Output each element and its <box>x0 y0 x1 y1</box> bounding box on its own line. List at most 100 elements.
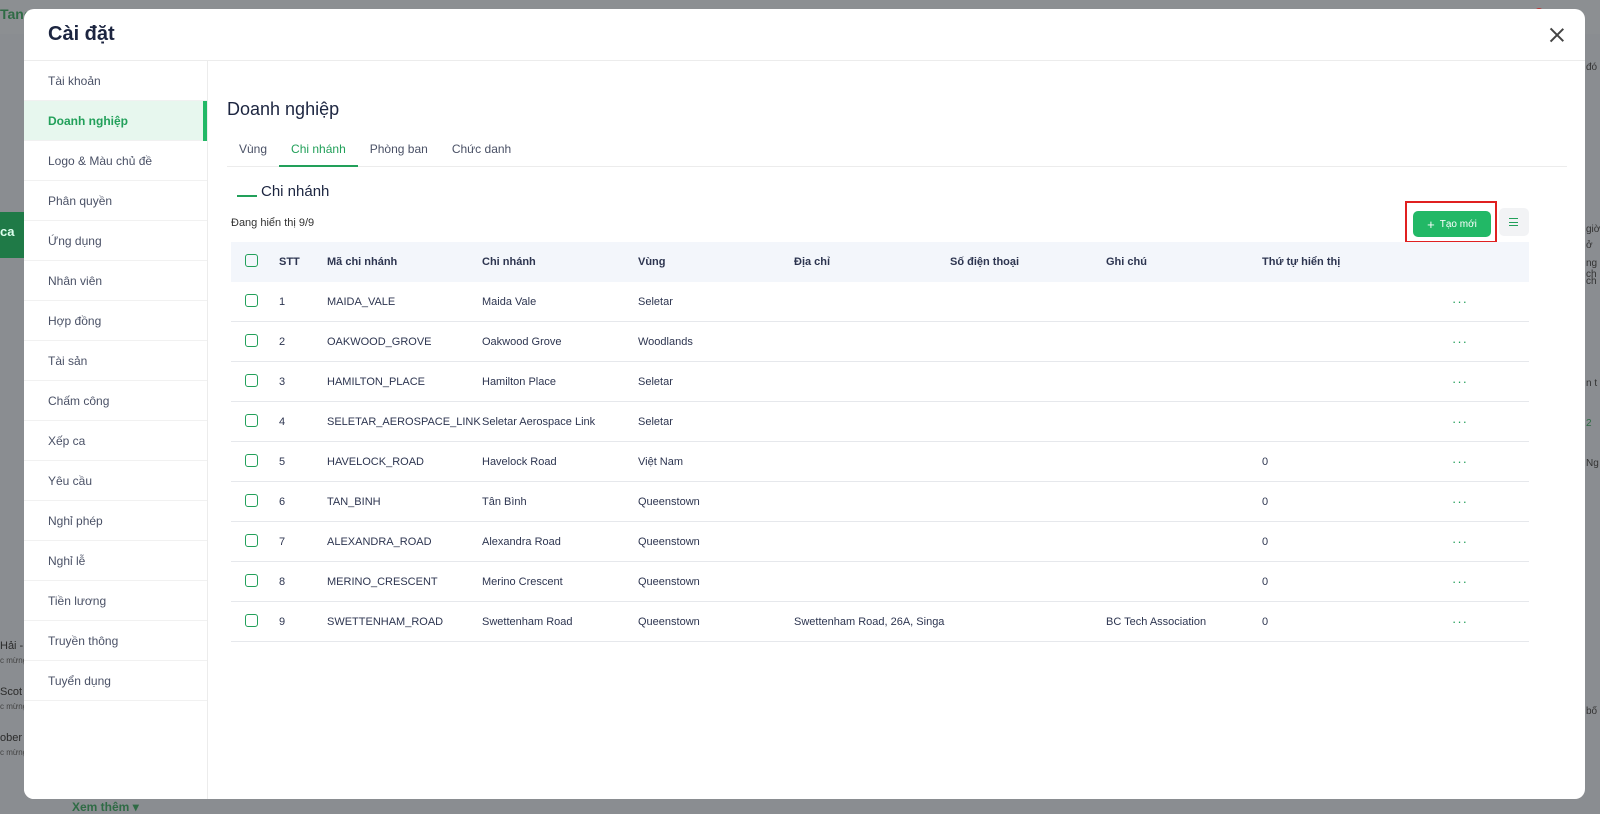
sidebar-item-business[interactable]: Doanh nghiệp <box>24 101 207 141</box>
background-person-name: ober <box>0 732 23 744</box>
more-actions-icon[interactable]: ··· <box>1452 574 1492 589</box>
row-checkbox[interactable] <box>245 613 258 627</box>
row-checkbox[interactable] <box>245 333 258 347</box>
tab-branches[interactable]: Chi nhánh <box>279 135 358 167</box>
header-stt: STT <box>279 256 300 268</box>
table-row[interactable]: 8 MERINO_CRESCENT Merino Crescent Queenstow… <box>231 562 1529 602</box>
background-fragment: 2 <box>1586 418 1592 429</box>
cell-branch: Tân Bình <box>482 495 527 508</box>
cell-region: Queenstown <box>638 535 700 548</box>
sidebar-item-contracts[interactable]: Hợp đồng <box>24 301 207 341</box>
row-checkbox[interactable] <box>245 573 258 587</box>
header-phone: Số điện thoại <box>950 256 1020 268</box>
section-title-text: Chi nhánh <box>261 183 330 200</box>
row-checkbox[interactable] <box>245 293 258 307</box>
tab-job-titles[interactable]: Chức danh <box>440 135 523 167</box>
cell-stt: 6 <box>279 495 286 508</box>
more-actions-icon[interactable]: ··· <box>1452 414 1492 429</box>
sidebar-item-payroll[interactable]: Tiền lương <box>24 581 207 621</box>
row-checkbox-cell <box>231 333 279 350</box>
sidebar-item-label: Logo & Màu chủ đề <box>48 153 153 168</box>
background-fragment: ch <box>1586 276 1597 287</box>
select-all-checkbox[interactable] <box>245 254 258 267</box>
sidebar-item-label: Doanh nghiệp <box>48 113 128 128</box>
table-row[interactable]: 7 ALEXANDRA_ROAD Alexandra Road Queenstown 0… <box>231 522 1529 562</box>
sidebar-item-label: Yêu cầu <box>48 473 93 488</box>
sidebar-item-holidays[interactable]: Nghỉ lễ <box>24 541 207 581</box>
sidebar-item-permissions[interactable]: Phân quyền <box>24 181 207 221</box>
sidebar-item-assets[interactable]: Tài sản <box>24 341 207 381</box>
more-actions-icon[interactable]: ··· <box>1452 334 1492 349</box>
sidebar-item-recruitment[interactable]: Tuyển dụng <box>24 661 207 701</box>
close-icon[interactable] <box>1547 25 1567 45</box>
plus-icon: + <box>1427 216 1435 232</box>
section-accent-line <box>237 195 257 197</box>
section-title: Chi nhánh <box>237 183 329 200</box>
header-branch: Chi nhánh <box>482 256 536 268</box>
header-note: Ghi chú <box>1106 256 1147 268</box>
tab-departments[interactable]: Phòng ban <box>358 135 440 167</box>
table-row[interactable]: 3 HAMILTON_PLACE Hamilton Place Seletar ··· <box>231 362 1529 402</box>
more-actions-icon[interactable]: ··· <box>1452 374 1492 389</box>
row-checkbox[interactable] <box>245 413 258 427</box>
cell-branch: Oakwood Grove <box>482 335 562 348</box>
table-row[interactable]: 2 OAKWOOD_GROVE Oakwood Grove Woodlands ··· <box>231 322 1529 362</box>
more-actions-icon[interactable]: ··· <box>1452 494 1492 509</box>
background-person-name: Scot <box>0 686 23 698</box>
sidebar-item-requests[interactable]: Yêu cầu <box>24 461 207 501</box>
background-person-name: Hải - <box>0 640 24 652</box>
cell-branch: Hamilton Place <box>482 375 556 388</box>
cell-region: Queenstown <box>638 575 700 588</box>
background-fragment: ở <box>1586 240 1593 251</box>
see-more-label: Xem thêm <box>72 800 130 814</box>
sidebar-item-leave[interactable]: Nghỉ phép <box>24 501 207 541</box>
sidebar-item-label: Tài sản <box>48 353 88 368</box>
create-new-label: Tạo mới <box>1439 218 1477 230</box>
list-menu-icon[interactable] <box>1499 208 1529 236</box>
create-new-button[interactable]: + Tạo mới <box>1413 211 1491 237</box>
row-checkbox[interactable] <box>245 453 258 467</box>
row-checkbox-cell <box>231 533 279 550</box>
cell-region: Seletar <box>638 295 673 308</box>
more-actions-icon[interactable]: ··· <box>1452 454 1492 469</box>
sidebar-item-account[interactable]: Tài khoản <box>24 61 207 101</box>
more-actions-icon[interactable]: ··· <box>1452 534 1492 549</box>
background-fragment: giờ <box>1586 224 1600 235</box>
table-row[interactable]: 6 TAN_BINH Tân Bình Queenstown 0 ··· <box>231 482 1529 522</box>
row-checkbox-cell <box>231 373 279 390</box>
cell-region: Queenstown <box>638 495 700 508</box>
table-row[interactable]: 4 SELETAR_AEROSPACE_LINK Seletar Aerospace… <box>231 402 1529 442</box>
cell-code: MAIDA_VALE <box>327 295 396 308</box>
sidebar-item-employees[interactable]: Nhân viên <box>24 261 207 301</box>
cell-branch: Maida Vale <box>482 295 537 308</box>
tab-bar: Vùng Chi nhánh Phòng ban Chức danh <box>227 135 1567 167</box>
more-actions-icon[interactable]: ··· <box>1452 294 1492 309</box>
row-checkbox[interactable] <box>245 493 258 507</box>
cell-stt: 1 <box>279 295 286 308</box>
cell-display-order: 0 <box>1262 535 1269 548</box>
cell-code: SELETAR_AEROSPACE_LINK <box>327 415 481 428</box>
table-row[interactable]: 9 SWETTENHAM_ROAD Swettenham Road Queenstow… <box>231 602 1529 642</box>
page-title: Doanh nghiệp <box>227 99 340 119</box>
table-row[interactable]: 1 MAIDA_VALE Maida Vale Seletar ··· <box>231 282 1529 322</box>
cell-display-order: 0 <box>1262 575 1269 588</box>
sidebar-item-shifts[interactable]: Xếp ca <box>24 421 207 461</box>
sidebar-item-label: Tuyển dụng <box>48 673 111 688</box>
cell-display-order: 0 <box>1262 495 1269 508</box>
sidebar-item-label: Tiền lương <box>48 593 107 608</box>
row-checkbox[interactable] <box>245 373 258 387</box>
cell-display-order: 0 <box>1262 615 1269 628</box>
more-actions-icon[interactable]: ··· <box>1452 614 1492 629</box>
cell-stt: 2 <box>279 335 286 348</box>
table-row[interactable]: 5 HAVELOCK_ROAD Havelock Road Việt Nam 0 ··· <box>231 442 1529 482</box>
row-checkbox[interactable] <box>245 533 258 547</box>
sidebar-item-label: Truyền thông <box>48 633 119 648</box>
sidebar-item-apps[interactable]: Ứng dụng <box>24 221 207 261</box>
tab-regions[interactable]: Vùng <box>227 135 279 167</box>
sidebar-item-timekeeping[interactable]: Chấm công <box>24 381 207 421</box>
sidebar-item-communications[interactable]: Truyền thông <box>24 621 207 661</box>
header-region: Vùng <box>638 256 666 268</box>
cell-branch: Swettenham Road <box>482 615 573 628</box>
sidebar-item-logo-theme[interactable]: Logo & Màu chủ đề <box>24 141 207 181</box>
cell-stt: 5 <box>279 455 286 468</box>
